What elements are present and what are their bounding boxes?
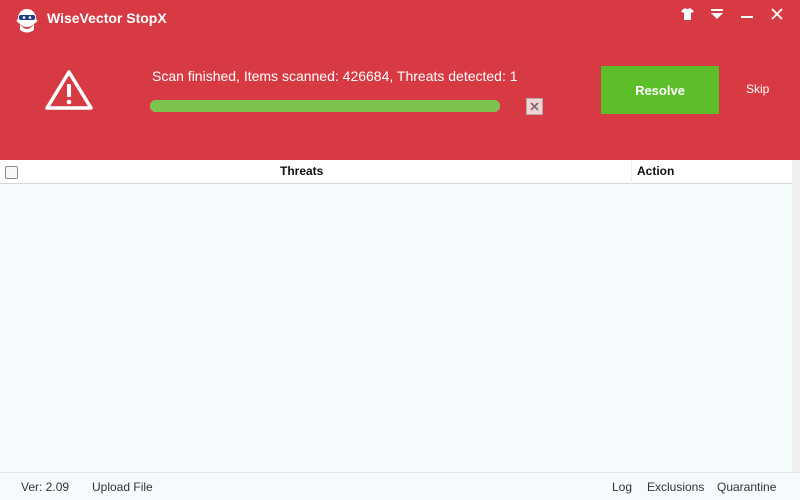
footer-bar: Ver: 2.09 Upload File Log Exclusions Qua…	[0, 472, 800, 500]
warning-triangle-icon	[45, 70, 93, 110]
table-scrollbar[interactable]	[792, 160, 800, 472]
close-icon	[771, 8, 783, 20]
column-header-action: Action	[637, 164, 675, 178]
menu-button[interactable]	[704, 3, 730, 25]
minimize-icon	[741, 16, 753, 18]
log-link[interactable]: Log	[612, 480, 632, 494]
scan-progress-bar	[150, 100, 500, 112]
robot-logo-icon	[16, 9, 38, 33]
quarantine-link[interactable]: Quarantine	[717, 480, 776, 494]
upload-file-link[interactable]: Upload File	[92, 480, 153, 494]
skip-link[interactable]: Skip	[746, 82, 769, 96]
threats-table-header: Threats Action	[0, 160, 792, 184]
cancel-scan-button[interactable]	[526, 98, 543, 115]
close-button[interactable]	[764, 3, 790, 25]
resolve-button[interactable]: Resolve	[601, 66, 719, 114]
column-header-threats: Threats	[280, 164, 324, 178]
threats-table-body	[0, 185, 792, 472]
scan-status-text: Scan finished, Items scanned: 426684, Th…	[152, 68, 518, 84]
column-divider	[631, 160, 632, 184]
close-small-icon	[530, 102, 539, 111]
scan-header: WiseVector StopX Scan finished, Items sc…	[0, 0, 800, 160]
skin-button[interactable]	[674, 3, 700, 25]
scan-progress-fill	[150, 100, 500, 112]
app-title: WiseVector StopX	[47, 10, 167, 26]
dropdown-triangle-icon	[711, 9, 723, 19]
version-label: Ver: 2.09	[21, 480, 70, 494]
exclusions-link[interactable]: Exclusions	[647, 480, 704, 494]
tshirt-icon	[680, 8, 694, 20]
minimize-button[interactable]	[734, 3, 760, 25]
select-all-checkbox[interactable]	[5, 166, 18, 179]
